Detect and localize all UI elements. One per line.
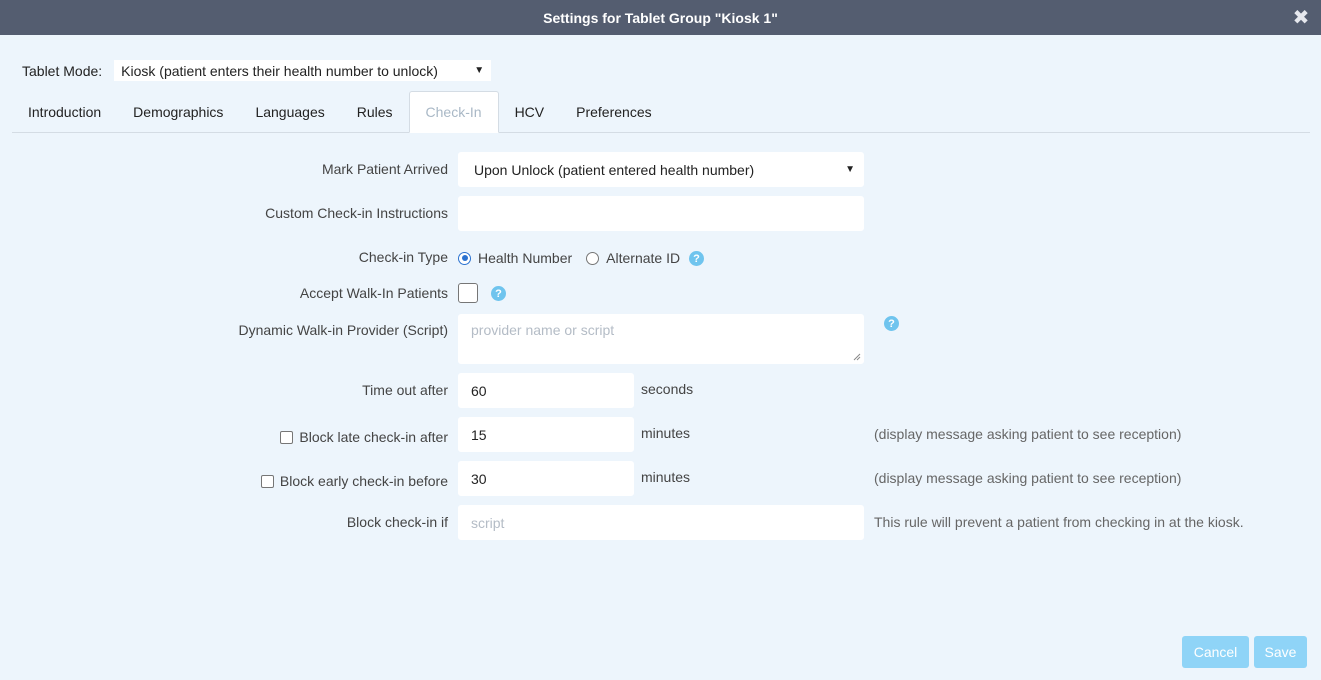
block-late-unit: minutes xyxy=(641,425,691,441)
block-early-label-row: Block early check-in before xyxy=(260,471,448,491)
block-late-input[interactable]: 15 xyxy=(458,417,634,452)
dynamic-provider-textarea[interactable]: provider name or script xyxy=(458,314,864,364)
radio-health-number-label: Health Number xyxy=(478,250,573,266)
chevron-down-icon: ▼ xyxy=(845,164,855,175)
help-icon[interactable]: ? xyxy=(884,316,899,331)
close-icon[interactable]: ✖ xyxy=(1291,7,1311,29)
save-button[interactable]: Save xyxy=(1254,636,1307,668)
block-early-unit: minutes xyxy=(641,469,691,485)
block-early-value: 30 xyxy=(471,470,487,487)
timeout-unit: seconds xyxy=(641,381,694,397)
dialog-titlebar: Settings for Tablet Group "Kiosk 1" ✖ xyxy=(0,0,1321,35)
tab-check-in[interactable]: Check-In xyxy=(408,91,499,133)
tablet-mode-value: Kiosk (patient enters their health numbe… xyxy=(121,62,438,79)
walk-in-checkbox[interactable] xyxy=(458,283,478,303)
tab-languages[interactable]: Languages xyxy=(239,91,340,133)
block-early-input[interactable]: 30 xyxy=(458,461,634,496)
tab-demographics[interactable]: Demographics xyxy=(117,91,239,133)
block-if-input[interactable]: script xyxy=(458,505,864,540)
tab-bar: Introduction Demographics Languages Rule… xyxy=(12,91,1310,133)
help-icon[interactable]: ? xyxy=(689,251,704,266)
tablet-mode-label: Tablet Mode: xyxy=(22,62,103,79)
block-late-value: 15 xyxy=(471,426,487,443)
block-early-note: (display message asking patient to see r… xyxy=(874,470,1182,486)
dialog-title: Settings for Tablet Group "Kiosk 1" xyxy=(543,9,778,26)
block-late-label-row: Block late check-in after xyxy=(280,427,448,447)
block-late-label: Block late check-in after xyxy=(299,429,448,445)
radio-alternate-id[interactable] xyxy=(586,251,600,265)
block-if-note: This rule will prevent a patient from ch… xyxy=(874,514,1244,530)
checkin-type-options: Health Number Alternate ID xyxy=(458,248,680,268)
mark-arrived-label: Mark Patient Arrived xyxy=(321,161,448,177)
tab-preferences[interactable]: Preferences xyxy=(560,91,667,133)
block-if-label: Block check-in if xyxy=(346,514,448,530)
timeout-value: 60 xyxy=(471,382,487,399)
tablet-mode-row: Tablet Mode: Kiosk (patient enters their… xyxy=(22,60,492,81)
mark-arrived-value: Upon Unlock (patient entered health numb… xyxy=(474,161,755,178)
timeout-input[interactable]: 60 xyxy=(458,373,634,408)
radio-alternate-id-label: Alternate ID xyxy=(606,250,681,266)
radio-health-number[interactable] xyxy=(458,251,471,265)
timeout-label: Time out after xyxy=(362,382,448,398)
block-late-checkbox[interactable] xyxy=(280,430,294,444)
custom-instructions-input[interactable] xyxy=(458,196,864,231)
resize-handle-icon[interactable] xyxy=(853,353,861,361)
checkin-type-label: Check-in Type xyxy=(358,249,448,265)
block-early-label: Block early check-in before xyxy=(279,473,448,489)
tablet-mode-select[interactable]: Kiosk (patient enters their health numbe… xyxy=(114,60,492,81)
walk-in-label: Accept Walk-In Patients xyxy=(299,285,448,301)
mark-arrived-select[interactable]: Upon Unlock (patient entered health numb… xyxy=(458,152,864,187)
cancel-button[interactable]: Cancel xyxy=(1182,636,1249,668)
custom-instructions-label: Custom Check-in Instructions xyxy=(265,205,448,221)
dynamic-provider-placeholder: provider name or script xyxy=(471,322,615,338)
tab-introduction[interactable]: Introduction xyxy=(12,91,117,133)
tab-rules[interactable]: Rules xyxy=(341,91,409,133)
block-early-checkbox[interactable] xyxy=(260,474,274,488)
block-late-note: (display message asking patient to see r… xyxy=(874,426,1182,442)
block-if-placeholder: script xyxy=(471,514,505,531)
chevron-down-icon: ▼ xyxy=(474,65,485,76)
dynamic-provider-label: Dynamic Walk-in Provider (Script) xyxy=(238,322,448,338)
help-icon[interactable]: ? xyxy=(491,286,506,301)
tab-hcv[interactable]: HCV xyxy=(499,91,561,133)
